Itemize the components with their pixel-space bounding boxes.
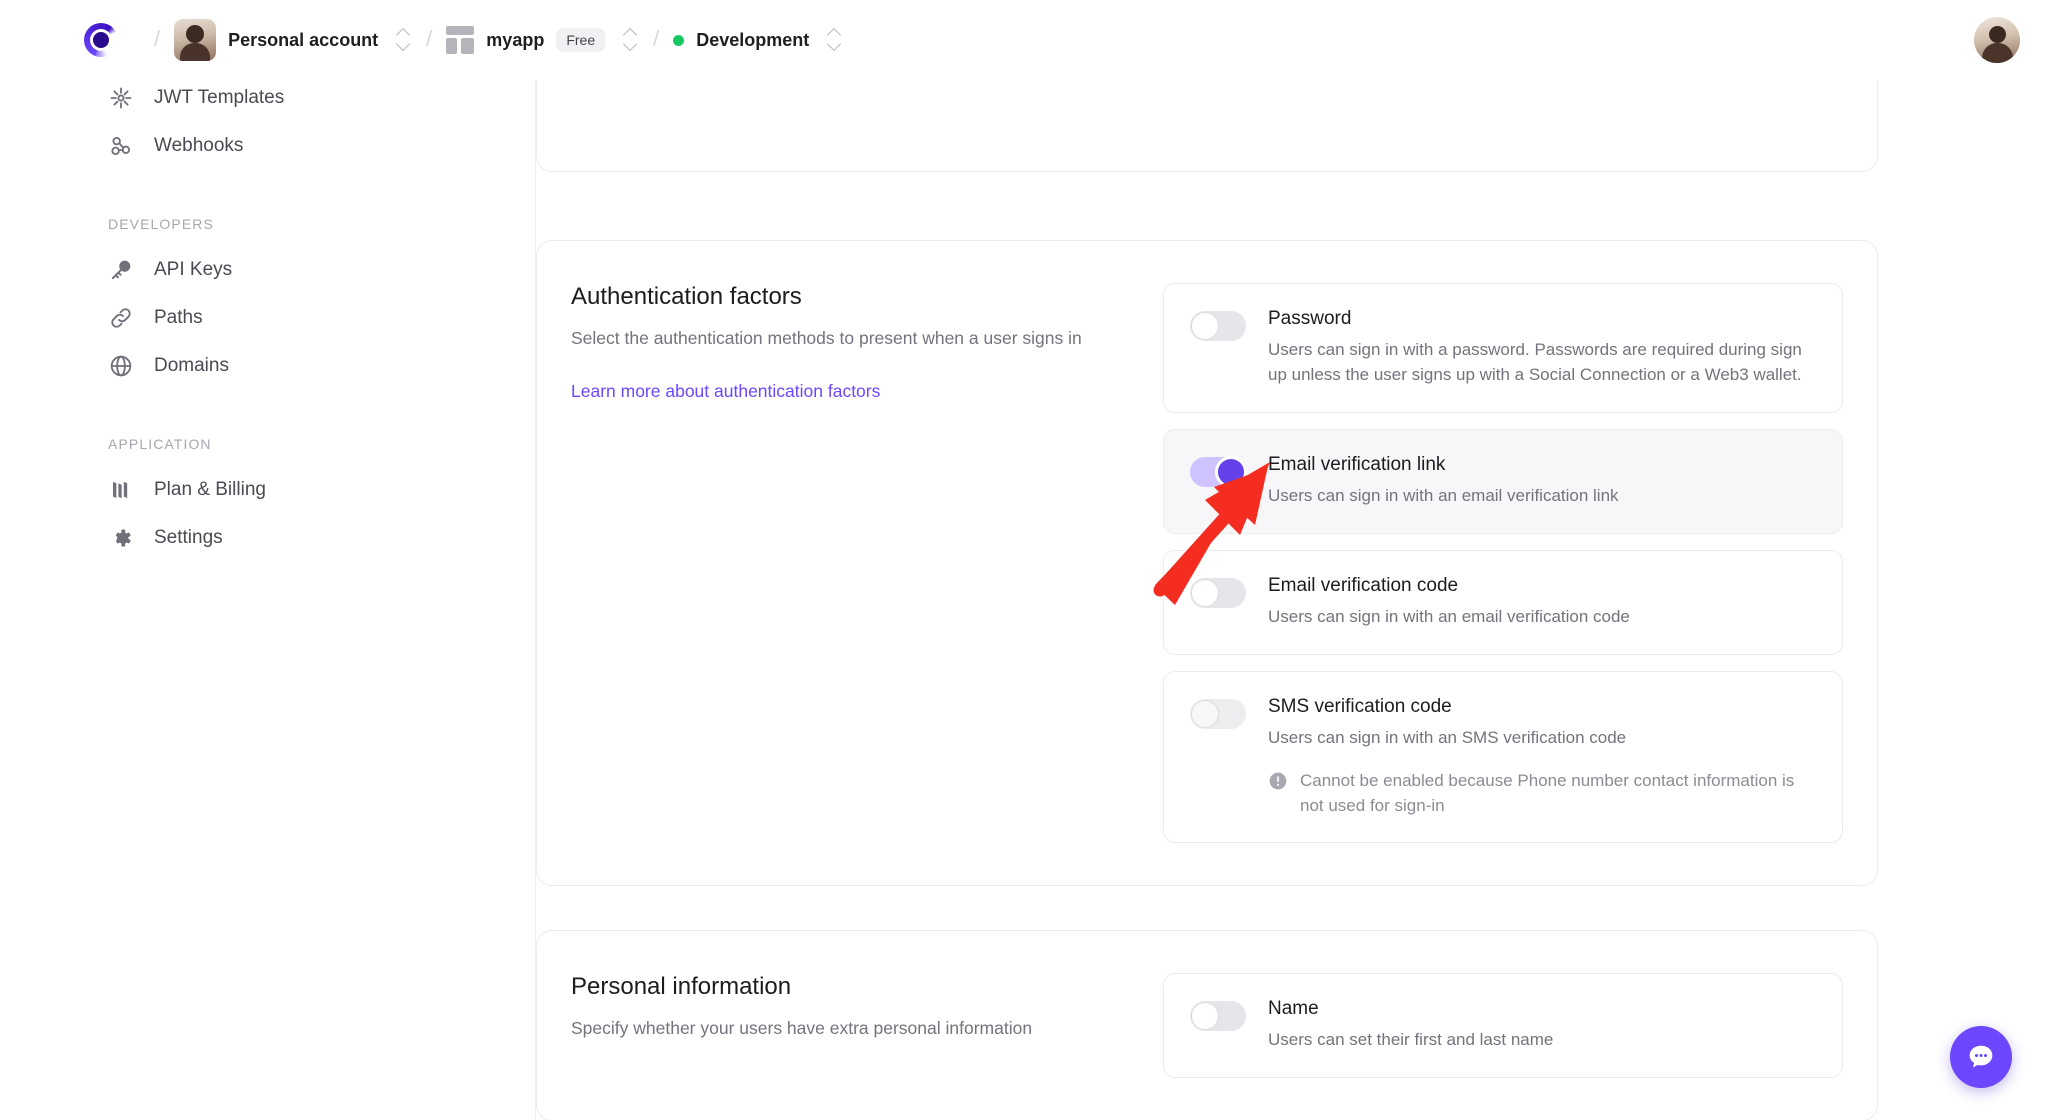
- opt-note-text: Cannot be enabled because Phone number c…: [1300, 770, 1795, 815]
- toggle-email-verification-code[interactable]: [1190, 577, 1246, 608]
- avatar: [174, 19, 217, 61]
- clerk-logo[interactable]: [84, 23, 118, 57]
- environment-selector-chevrons-icon[interactable]: [827, 25, 843, 55]
- top-bar: / Personal account / myapp Free / Develo…: [0, 0, 2048, 80]
- opt-title: Email verification link: [1268, 453, 1446, 475]
- link-icon: [108, 305, 134, 331]
- application-name: myapp: [486, 29, 545, 50]
- toggle-name[interactable]: [1190, 1001, 1246, 1031]
- sidebar-item-label: JWT Templates: [154, 87, 285, 108]
- sidebar-item-label: Paths: [154, 307, 203, 328]
- billing-icon: [108, 477, 134, 503]
- opt-desc: Users can sign in with an email verifica…: [1268, 485, 1619, 505]
- application-selector-chevrons-icon[interactable]: [623, 25, 639, 55]
- personal-information-options: Name Users can set their first and last …: [1163, 973, 1843, 1078]
- breadcrumb-separator: /: [154, 26, 161, 51]
- jwt-templates-icon: [108, 85, 134, 111]
- toggle-knob: [1191, 699, 1219, 728]
- opt-disabled-note: Cannot be enabled because Phone number c…: [1268, 769, 1816, 818]
- clerk-logo-dot: [93, 32, 109, 48]
- opt-title: Password: [1268, 308, 1352, 329]
- sidebar-item-label: Domains: [154, 355, 229, 376]
- sidebar-item-jwt-templates[interactable]: JWT Templates: [0, 74, 535, 122]
- sidebar-item-domains[interactable]: Domains: [0, 342, 535, 390]
- opt-desc: Users can set their first and last name: [1268, 1030, 1554, 1049]
- plan-badge: Free: [556, 28, 606, 52]
- sidebar-section-developers: DEVELOPERS: [108, 216, 214, 232]
- opt-desc: Users can sign in with a password. Passw…: [1268, 340, 1802, 384]
- toggle-knob: [1191, 312, 1219, 340]
- user-profile-avatar[interactable]: [1974, 17, 2020, 63]
- opt-card-email-verification-link[interactable]: Email verification link Users can sign i…: [1163, 428, 1843, 534]
- toggle-knob: [1215, 455, 1247, 488]
- chat-bubble-icon: [1969, 1045, 1993, 1068]
- sidebar-item-label: Webhooks: [154, 135, 244, 156]
- section-title: Personal information: [571, 973, 792, 1000]
- breadcrumb-separator-3: /: [653, 26, 660, 51]
- panel-authentication-factors: Authentication factors Select the authen…: [536, 240, 1878, 887]
- page-title: Authentication factors: [571, 283, 802, 310]
- personal-information-description: Specify whether your users have extra pe…: [571, 1018, 1033, 1038]
- breadcrumb-organization[interactable]: Personal account: [174, 19, 412, 61]
- environment-label: Development: [696, 29, 810, 50]
- toggle-email-verification-link[interactable]: [1190, 455, 1247, 488]
- opt-card-name[interactable]: Name Users can set their first and last …: [1163, 973, 1843, 1078]
- opt-desc: Users can sign in with an email verifica…: [1268, 606, 1630, 626]
- opt-desc: Users can sign in with an SMS verificati…: [1268, 727, 1627, 747]
- sidebar-section-application: APPLICATION: [108, 436, 212, 452]
- organization-label: Personal account: [228, 29, 379, 50]
- auth-factors-options: Password Users can sign in with a passwo…: [1163, 283, 1843, 844]
- sidebar-item-plan-billing[interactable]: Plan & Billing: [0, 466, 535, 514]
- info-alert-icon: [1268, 771, 1288, 791]
- breadcrumb-environment[interactable]: Development: [673, 25, 843, 55]
- sidebar: JWT Templates Webhooks DEVELOPERS API Ke…: [0, 80, 536, 1120]
- toggle-sms-verification-code: [1190, 698, 1246, 729]
- opt-card-sms-verification-code[interactable]: SMS verification code Users can sign in …: [1163, 670, 1843, 844]
- breadcrumb-separator-2: /: [426, 26, 433, 51]
- toggle-knob: [1191, 578, 1219, 607]
- panel-contact-information: Users can set usernames to their account: [536, 80, 1878, 172]
- globe-icon: [108, 353, 134, 379]
- opt-title: SMS verification code: [1268, 695, 1452, 717]
- sidebar-item-label: API Keys: [154, 259, 233, 280]
- personal-information-header: Personal information Specify whether you…: [571, 973, 1133, 1078]
- sidebar-item-api-keys[interactable]: API Keys: [0, 246, 535, 294]
- organization-selector-chevrons-icon[interactable]: [396, 25, 412, 55]
- opt-title: Email verification code: [1268, 574, 1459, 596]
- sidebar-item-label: Plan & Billing: [154, 479, 266, 500]
- sidebar-item-label: Settings: [154, 527, 223, 548]
- panel-personal-information: Personal information Specify whether you…: [536, 930, 1878, 1120]
- sidebar-item-settings[interactable]: Settings: [0, 514, 535, 562]
- learn-more-link[interactable]: Learn more about authentication factors: [571, 381, 880, 402]
- sidebar-item-paths[interactable]: Paths: [0, 294, 535, 342]
- opt-card-password[interactable]: Password Users can sign in with a passwo…: [1163, 283, 1843, 413]
- breadcrumb-application[interactable]: myapp Free: [446, 25, 639, 55]
- environment-status-dot-icon: [673, 34, 685, 46]
- key-icon: [108, 257, 134, 283]
- webhooks-icon: [108, 133, 134, 159]
- auth-factors-header: Authentication factors Select the authen…: [571, 283, 1133, 843]
- opt-title: Name: [1268, 998, 1319, 1019]
- main-content: Users can set usernames to their account…: [536, 80, 2048, 1120]
- app-grid-icon: [446, 26, 475, 54]
- toggle-password[interactable]: [1190, 311, 1246, 341]
- sidebar-item-webhooks[interactable]: Webhooks: [0, 122, 535, 170]
- opt-card-email-verification-code[interactable]: Email verification code Users can sign i…: [1163, 549, 1843, 655]
- toggle-knob: [1191, 1002, 1219, 1030]
- gear-icon: [108, 525, 134, 551]
- chat-widget-button[interactable]: [1950, 1026, 2012, 1088]
- auth-factors-description: Select the authentication methods to pre…: [571, 328, 1082, 348]
